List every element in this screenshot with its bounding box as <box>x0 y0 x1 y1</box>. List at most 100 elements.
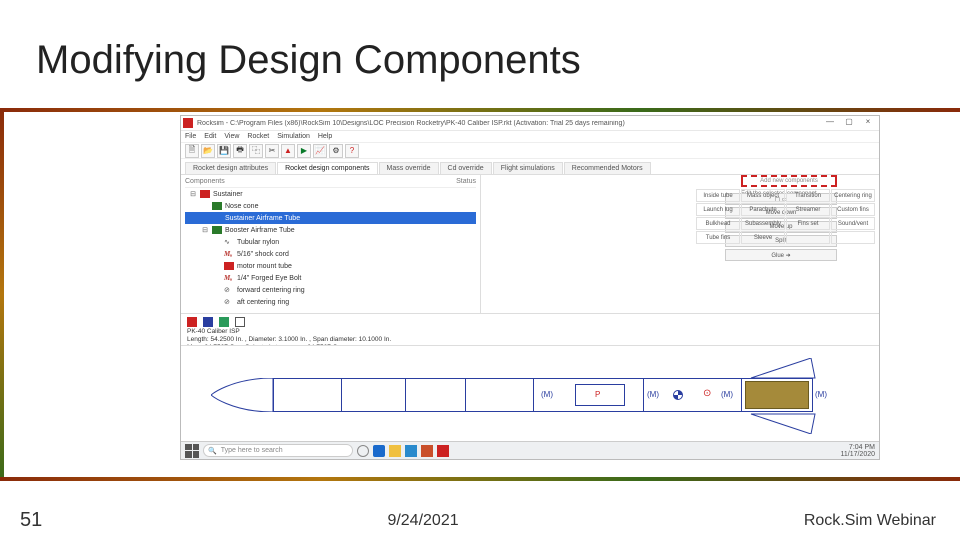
menu-rocket[interactable]: Rocket <box>247 133 269 140</box>
m-label: (M) <box>541 390 553 399</box>
tree-label: aft centering ring <box>237 299 289 306</box>
expand-icon[interactable]: ⊟ <box>189 190 197 198</box>
slide-title: Modifying Design Components <box>36 38 581 83</box>
palette-item[interactable]: Fins set <box>786 217 830 230</box>
tree-label: motor mount tube <box>237 263 292 270</box>
task-rocksim[interactable] <box>437 445 449 457</box>
add-components-label: Add new components <box>760 178 818 184</box>
menu-simulation[interactable]: Simulation <box>277 133 310 140</box>
tray-time: 7:04 PM <box>840 444 875 451</box>
palette-item[interactable]: Streamer <box>786 203 830 216</box>
palette-item[interactable]: Launch lug <box>696 203 740 216</box>
tree-row[interactable]: Mᵤ1/4" Forged Eye Bolt <box>185 272 476 284</box>
tab-components[interactable]: Rocket design components <box>277 162 377 174</box>
component-tree[interactable]: Components Status ⊟SustainerNose coneSus… <box>181 175 481 313</box>
cp-marker: ⊙ <box>703 388 711 399</box>
tab-attributes[interactable]: Rocket design attributes <box>185 162 276 174</box>
search-placeholder: Type here to search <box>221 447 283 454</box>
tab-motors[interactable]: Recommended Motors <box>564 162 651 174</box>
tool-cut[interactable]: ✂ <box>265 144 279 158</box>
component-icon <box>212 202 222 210</box>
spec-icon-side[interactable] <box>235 317 245 327</box>
tool-open[interactable]: 📂 <box>201 144 215 158</box>
tray-date: 11/17/2020 <box>840 451 875 458</box>
tab-mass[interactable]: Mass override <box>379 162 439 174</box>
tree-row[interactable]: Mᵤ5/16" shock cord <box>185 248 476 260</box>
tool-pref[interactable]: ⚙ <box>329 144 343 158</box>
palette-item[interactable]: Tube fins <box>696 231 740 244</box>
spec-icon-parts[interactable] <box>203 317 213 327</box>
task-ppt[interactable] <box>421 445 433 457</box>
menu-edit[interactable]: Edit <box>204 133 216 140</box>
rocket-drawing[interactable]: (M) P (M) ⊙ (M) (M) <box>181 345 879 445</box>
add-components-highlight: Add new components <box>741 175 837 187</box>
nose-cone <box>211 378 273 412</box>
task-cortana[interactable] <box>357 445 369 457</box>
mid-panel: Components Status ⊟SustainerNose coneSus… <box>181 175 879 313</box>
action-glue[interactable]: Glue ➜ <box>725 249 837 261</box>
tree-row[interactable]: Sustainer Airframe Tube <box>185 212 476 224</box>
component-icon: Mᵤ <box>224 274 234 282</box>
palette-item[interactable]: Inside tube <box>696 189 740 202</box>
tool-sim[interactable]: ▶ <box>297 144 311 158</box>
tree-row[interactable]: Nose cone <box>185 200 476 212</box>
spec-icon-rocket[interactable] <box>187 317 197 327</box>
palette-item[interactable]: Parachute <box>741 203 785 216</box>
palette-item <box>831 231 875 244</box>
tool-chart[interactable]: 📈 <box>313 144 327 158</box>
tab-flight[interactable]: Flight simulations <box>493 162 563 174</box>
side-panel: Add new components Edit the selected com… <box>481 175 879 313</box>
tree-row[interactable]: ⊘forward centering ring <box>185 284 476 296</box>
titlebar[interactable]: Rocksim - C:\Program Files (x86)\RockSim… <box>181 116 879 131</box>
tool-new[interactable]: 🗎 <box>185 144 199 158</box>
close-button[interactable]: × <box>859 117 877 129</box>
accent-bar-top <box>0 108 960 112</box>
system-tray[interactable]: 7:04 PM 11/17/2020 <box>840 444 875 458</box>
palette-item[interactable]: Custom fins <box>831 203 875 216</box>
palette-item[interactable]: Centering ring <box>831 189 875 202</box>
menu-help[interactable]: Help <box>318 133 332 140</box>
taskbar-search[interactable]: 🔍 Type here to search <box>203 444 353 457</box>
tree-header: Components Status <box>185 178 476 188</box>
palette-item[interactable]: Subassembly <box>741 217 785 230</box>
task-edge[interactable] <box>373 445 385 457</box>
tab-cd[interactable]: Cd override <box>440 162 492 174</box>
tool-rocket[interactable]: ▲ <box>281 144 295 158</box>
minimize-button[interactable]: — <box>821 117 839 129</box>
divider <box>643 378 644 412</box>
specs-panel: PK-40 Caliber ISP Length: 54.2500 In. , … <box>181 313 879 345</box>
tool-copy[interactable]: ⿻ <box>249 144 263 158</box>
expand-icon[interactable]: ⊟ <box>201 226 209 234</box>
accent-bar-left <box>0 108 4 481</box>
tree-row[interactable]: ⊟Booster Airframe Tube <box>185 224 476 236</box>
palette-item[interactable]: Sleeve <box>741 231 785 244</box>
tool-print[interactable]: 🖶 <box>233 144 247 158</box>
start-button[interactable] <box>185 444 199 458</box>
maximize-button[interactable]: ▢ <box>840 117 858 129</box>
tree-header-status: Status <box>456 178 476 185</box>
footer-date: 9/24/2021 <box>387 512 458 530</box>
tree-row[interactable]: ⊘aft centering ring <box>185 296 476 308</box>
tool-save[interactable]: 💾 <box>217 144 231 158</box>
component-icon: ⊘ <box>224 298 234 306</box>
palette-item[interactable]: Sound/vent <box>831 217 875 230</box>
spec-name: PK-40 Caliber ISP <box>187 328 873 336</box>
task-mail[interactable] <box>405 445 417 457</box>
palette-item[interactable]: Transition <box>786 189 830 202</box>
taskbar[interactable]: 🔍 Type here to search 7:04 PM 11/17/2020 <box>181 441 879 459</box>
cg-marker <box>673 390 683 400</box>
component-icon <box>200 190 210 198</box>
tool-help[interactable]: ? <box>345 144 359 158</box>
tree-row[interactable]: ∿Tubular nylon <box>185 236 476 248</box>
tree-row[interactable]: motor mount tube <box>185 260 476 272</box>
palette-item[interactable]: Bulkhead <box>696 217 740 230</box>
menu-view[interactable]: View <box>224 133 239 140</box>
window-title: Rocksim - C:\Program Files (x86)\RockSim… <box>197 120 820 127</box>
menu-file[interactable]: File <box>185 133 196 140</box>
tree-row[interactable]: ⊟Sustainer <box>185 188 476 200</box>
spec-icon-stage[interactable] <box>219 317 229 327</box>
toolbar: 🗎 📂 💾 🖶 ⿻ ✂ ▲ ▶ 📈 ⚙ ? <box>181 143 879 159</box>
palette-item[interactable]: Mass object <box>741 189 785 202</box>
component-icon: Mᵤ <box>224 250 234 258</box>
task-explorer[interactable] <box>389 445 401 457</box>
